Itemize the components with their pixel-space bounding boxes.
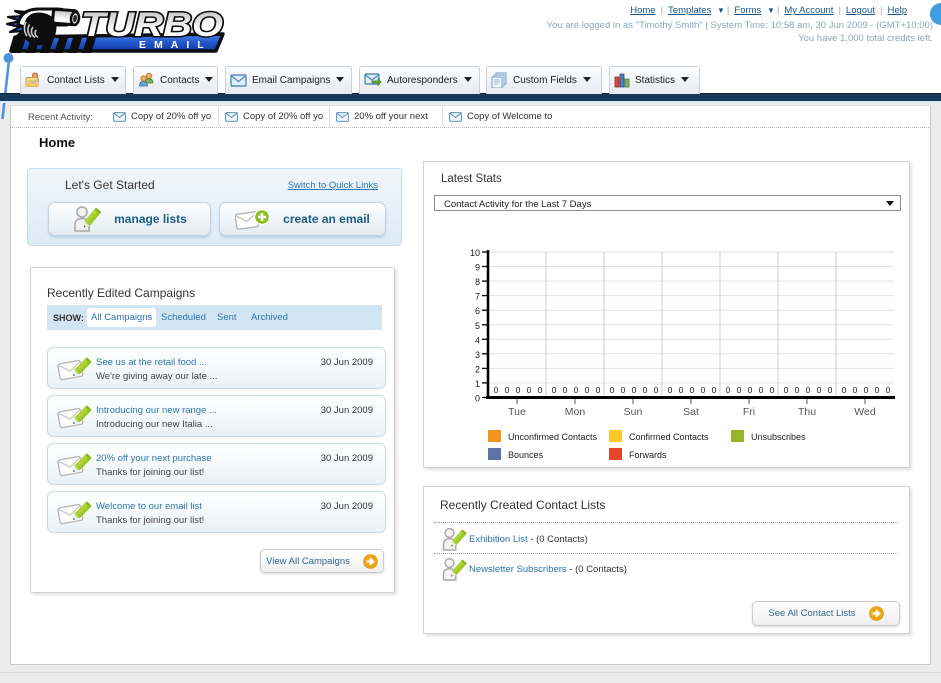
svg-text:4: 4	[475, 335, 480, 345]
svg-text:Unsubscribes: Unsubscribes	[751, 432, 806, 442]
svg-text:Forwards: Forwards	[629, 450, 667, 460]
svg-text:0: 0	[864, 385, 869, 395]
svg-text:0: 0	[538, 385, 543, 395]
svg-text:0: 0	[632, 385, 637, 395]
svg-text:0: 0	[654, 385, 659, 395]
svg-text:0: 0	[817, 385, 822, 395]
svg-text:0: 0	[795, 385, 800, 395]
svg-text:Fri: Fri	[743, 406, 755, 418]
svg-text:Sat: Sat	[683, 406, 699, 418]
svg-text:0: 0	[770, 385, 775, 395]
svg-text:3: 3	[475, 350, 480, 360]
svg-text:9: 9	[475, 263, 480, 273]
svg-text:0: 0	[643, 385, 648, 395]
svg-text:2: 2	[475, 364, 480, 374]
svg-text:5: 5	[475, 321, 480, 331]
svg-text:0: 0	[875, 385, 880, 395]
svg-text:0: 0	[737, 385, 742, 395]
svg-text:0: 0	[828, 385, 833, 395]
svg-text:6: 6	[475, 306, 480, 316]
svg-text:0: 0	[726, 385, 731, 395]
svg-text:0: 0	[806, 385, 811, 395]
svg-text:0: 0	[585, 385, 590, 395]
svg-text:0: 0	[679, 385, 684, 395]
svg-text:0: 0	[610, 385, 615, 395]
svg-text:0: 0	[552, 385, 557, 395]
svg-text:0: 0	[668, 385, 673, 395]
svg-text:0: 0	[596, 385, 601, 395]
svg-text:10: 10	[470, 248, 480, 258]
svg-text:1: 1	[475, 379, 480, 389]
svg-text:0: 0	[886, 385, 891, 395]
svg-text:0: 0	[748, 385, 753, 395]
svg-text:Thu: Thu	[798, 406, 816, 418]
svg-text:0: 0	[494, 385, 499, 395]
svg-text:0: 0	[505, 385, 510, 395]
svg-text:Unconfirmed Contacts: Unconfirmed Contacts	[508, 432, 598, 442]
svg-text:0: 0	[712, 385, 717, 395]
svg-text:Confirmed Contacts: Confirmed Contacts	[629, 432, 709, 442]
svg-text:Bounces: Bounces	[508, 450, 544, 460]
svg-text:Wed: Wed	[854, 406, 876, 418]
svg-text:0: 0	[621, 385, 626, 395]
svg-text:0: 0	[701, 385, 706, 395]
svg-text:Sun: Sun	[624, 406, 643, 418]
svg-text:0: 0	[690, 385, 695, 395]
svg-text:0: 0	[574, 385, 579, 395]
svg-text:TURBO: TURBO	[81, 6, 223, 44]
svg-text:0: 0	[853, 385, 858, 395]
svg-text:0: 0	[475, 394, 480, 404]
svg-text:0: 0	[527, 385, 532, 395]
svg-text:Mon: Mon	[565, 406, 586, 418]
svg-text:Tue: Tue	[508, 406, 526, 418]
svg-text:0: 0	[784, 385, 789, 395]
svg-text:0: 0	[563, 385, 568, 395]
svg-text:0: 0	[759, 385, 764, 395]
svg-text:8: 8	[475, 277, 480, 287]
svg-text:7: 7	[475, 292, 480, 302]
svg-text:0: 0	[842, 385, 847, 395]
svg-text:0: 0	[516, 385, 521, 395]
